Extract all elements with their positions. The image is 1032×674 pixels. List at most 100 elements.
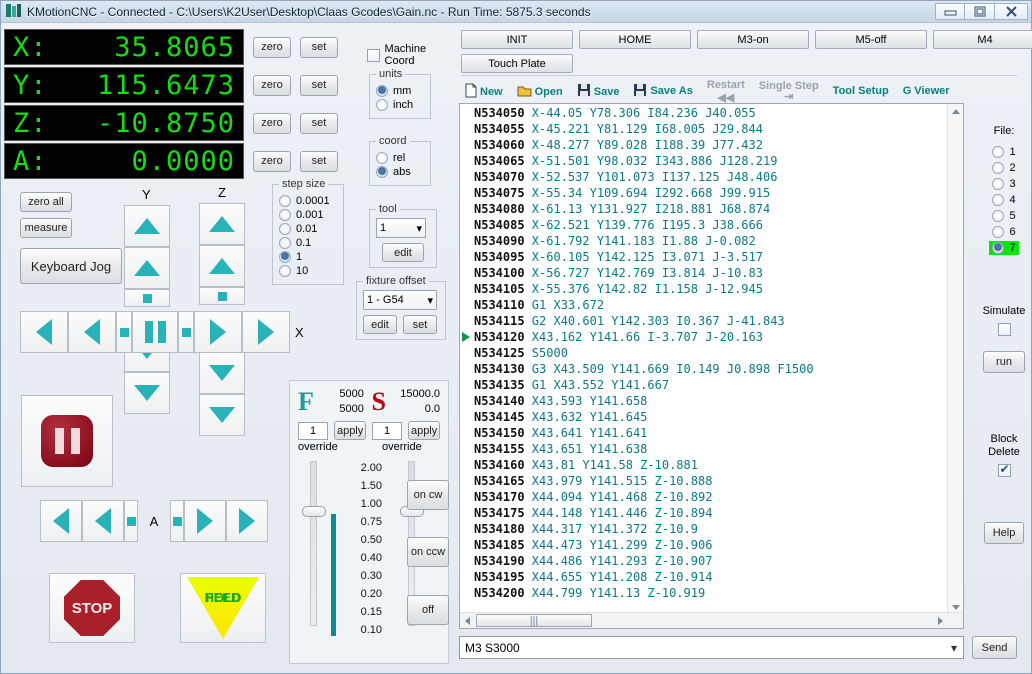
gcode-line[interactable]: N534095 X-60.105 Y142.125 I3.071 J-3.517 (460, 250, 963, 266)
gcode-line[interactable]: N534060 X-48.277 Y89.028 I188.39 J77.432 (460, 138, 963, 154)
scroll-up-arrow-icon[interactable] (948, 104, 963, 118)
gcode-line[interactable]: N534185 X44.473 Y141.299 Z-10.906 (460, 538, 963, 554)
save-button[interactable]: Save (577, 83, 619, 100)
minimize-button[interactable] (935, 3, 965, 20)
gcode-line[interactable]: N534120 X43.162 Y141.66 I-3.707 J-20.163 (460, 330, 963, 346)
gcode-line[interactable]: N534125 S5000 (460, 346, 963, 362)
scroll-left-arrow-icon[interactable] (460, 613, 474, 628)
file-radio-4[interactable] (992, 194, 1005, 206)
gcode-line[interactable]: N534085 X-62.521 Y139.776 I195.3 J38.666 (460, 218, 963, 234)
jog-x-minus-step-button[interactable] (116, 311, 132, 353)
jog-a-minus-button[interactable] (82, 500, 124, 542)
gcode-line[interactable]: N534195 X44.655 Y141.208 Z-10.914 (460, 570, 963, 586)
gcode-line[interactable]: N534190 X44.486 Y141.293 Z-10.907 (460, 554, 963, 570)
gcode-line[interactable]: N534100 X-56.727 Y142.769 I3.814 J-10.83 (460, 266, 963, 282)
jog-a-plus-button[interactable] (184, 500, 226, 542)
block-delete-checkbox-box[interactable] (997, 462, 1011, 477)
gcode-line[interactable]: N534155 X43.651 Y141.638 (460, 442, 963, 458)
feed-override-slider[interactable] (298, 461, 328, 636)
fixture-offset-set-button[interactable]: set (403, 315, 437, 334)
set-a-button[interactable]: set (300, 150, 338, 172)
open-button[interactable]: Open (517, 84, 563, 100)
gcode-line[interactable]: N534180 X44.317 Y141.372 Z-10.9 (460, 522, 963, 538)
jog-x-plus-fast-button[interactable] (242, 311, 290, 353)
jog-z-plus-step-button[interactable] (199, 287, 245, 305)
file-option-4[interactable]: 4 (989, 193, 1018, 207)
zero-all-button[interactable]: zero all (20, 192, 72, 212)
maximize-restore-button[interactable] (965, 3, 995, 20)
single-step-button[interactable]: Single Step ⇥ (759, 80, 819, 103)
help-button[interactable]: Help (984, 522, 1024, 544)
g-viewer-button[interactable]: G Viewer (903, 86, 950, 97)
gcode-line[interactable]: N534050 X-44.05 Y78.306 I84.236 J40.055 (460, 106, 963, 122)
step-size-option-0[interactable]: 0.0001 (279, 195, 337, 207)
jog-x-minus-fast-button[interactable] (20, 311, 68, 353)
units-radio-inch[interactable] (376, 99, 388, 111)
file-radio-6[interactable] (992, 226, 1005, 238)
close-button[interactable] (995, 3, 1028, 20)
gcode-line[interactable]: N534110 G1 X33.672 (460, 298, 963, 314)
jog-x-plus-button[interactable] (194, 311, 242, 353)
jog-z-plus-button[interactable] (199, 245, 245, 287)
gcode-line[interactable]: N534065 X-51.501 Y98.032 I343.886 J128.2… (460, 154, 963, 170)
jog-z-plus-fast-button[interactable] (199, 203, 245, 245)
step-size-radio-5[interactable] (279, 265, 291, 277)
tool-edit-button[interactable]: edit (382, 243, 424, 262)
gcode-line[interactable]: N534140 X43.593 Y141.658 (460, 394, 963, 410)
m3-on-button[interactable]: M3-on (697, 30, 809, 49)
step-size-option-2[interactable]: 0.01 (279, 223, 337, 235)
file-radio-2[interactable] (992, 162, 1005, 174)
spindle-apply-button[interactable]: apply (408, 421, 440, 440)
feed-slider-thumb[interactable] (301, 506, 326, 517)
block-delete-checkbox[interactable] (997, 462, 1011, 480)
pause-program-button[interactable] (21, 395, 113, 487)
gcode-line[interactable]: N534165 X43.979 Y141.515 Z-10.888 (460, 474, 963, 490)
gcode-vertical-scrollbar[interactable] (947, 104, 963, 628)
coord-radio-rel[interactable] (376, 152, 388, 164)
hscroll-thumb[interactable]: ||| (476, 614, 592, 627)
step-size-radio-4[interactable] (279, 251, 291, 263)
save-as-button[interactable]: Save As (633, 83, 693, 100)
spindle-override-input[interactable]: 1 (372, 421, 403, 440)
coord-radio-abs[interactable] (376, 166, 388, 178)
feed-hold-button[interactable]: FEED HOLD (180, 573, 266, 643)
measure-button[interactable]: measure (20, 218, 72, 238)
gcode-horizontal-scrollbar[interactable]: ||| (460, 612, 963, 628)
gcode-line[interactable]: N534070 X-52.537 Y101.073 I137.125 J48.4… (460, 170, 963, 186)
file-option-5[interactable]: 5 (989, 209, 1018, 223)
jog-z-minus-button[interactable] (199, 352, 245, 394)
step-size-option-4[interactable]: 1 (279, 251, 337, 263)
zero-z-button[interactable]: zero (253, 112, 291, 134)
m5-off-button[interactable]: M5-off (815, 30, 927, 49)
gcode-line[interactable]: N534075 X-55.34 Y109.694 I292.668 J99.91… (460, 186, 963, 202)
gcode-line[interactable]: N534160 X43.81 Y141.58 Z-10.881 (460, 458, 963, 474)
units-option-inch[interactable]: inch (376, 99, 424, 111)
tool-setup-button[interactable]: Tool Setup (833, 86, 889, 97)
jog-a-minus-step-button[interactable] (124, 500, 138, 542)
keyboard-jog-button[interactable]: Keyboard Jog (20, 248, 122, 284)
set-z-button[interactable]: set (300, 112, 338, 134)
jog-a-plus-fast-button[interactable] (226, 500, 268, 542)
feed-slider-track[interactable] (301, 461, 326, 626)
file-radio-1[interactable] (992, 146, 1005, 158)
file-radio-5[interactable] (992, 210, 1005, 222)
jog-x-minus-button[interactable] (68, 311, 116, 353)
simulate-checkbox-box[interactable] (997, 323, 1011, 336)
file-radio-3[interactable] (992, 178, 1005, 190)
jog-x-pause-button[interactable] (132, 311, 178, 353)
step-size-option-1[interactable]: 0.001 (279, 209, 337, 221)
restart-button[interactable]: Restart ◀◀ (707, 79, 745, 104)
init-button[interactable]: INIT (461, 30, 573, 49)
file-option-7[interactable]: 7 (989, 241, 1019, 255)
file-option-6[interactable]: 6 (989, 225, 1018, 239)
jog-z-minus-fast-button[interactable] (199, 394, 245, 436)
zero-x-button[interactable]: zero (253, 36, 291, 58)
gcode-line[interactable]: N534135 G1 X43.552 Y141.667 (460, 378, 963, 394)
zero-y-button[interactable]: zero (253, 74, 291, 96)
set-y-button[interactable]: set (300, 74, 338, 96)
stop-button[interactable]: STOP (49, 573, 135, 643)
step-size-radio-2[interactable] (279, 223, 291, 235)
step-size-option-5[interactable]: 10 (279, 265, 337, 277)
gcode-line[interactable]: N534080 X-61.13 Y131.927 I218.881 J68.87… (460, 202, 963, 218)
gcode-line[interactable]: N534145 X43.632 Y141.645 (460, 410, 963, 426)
